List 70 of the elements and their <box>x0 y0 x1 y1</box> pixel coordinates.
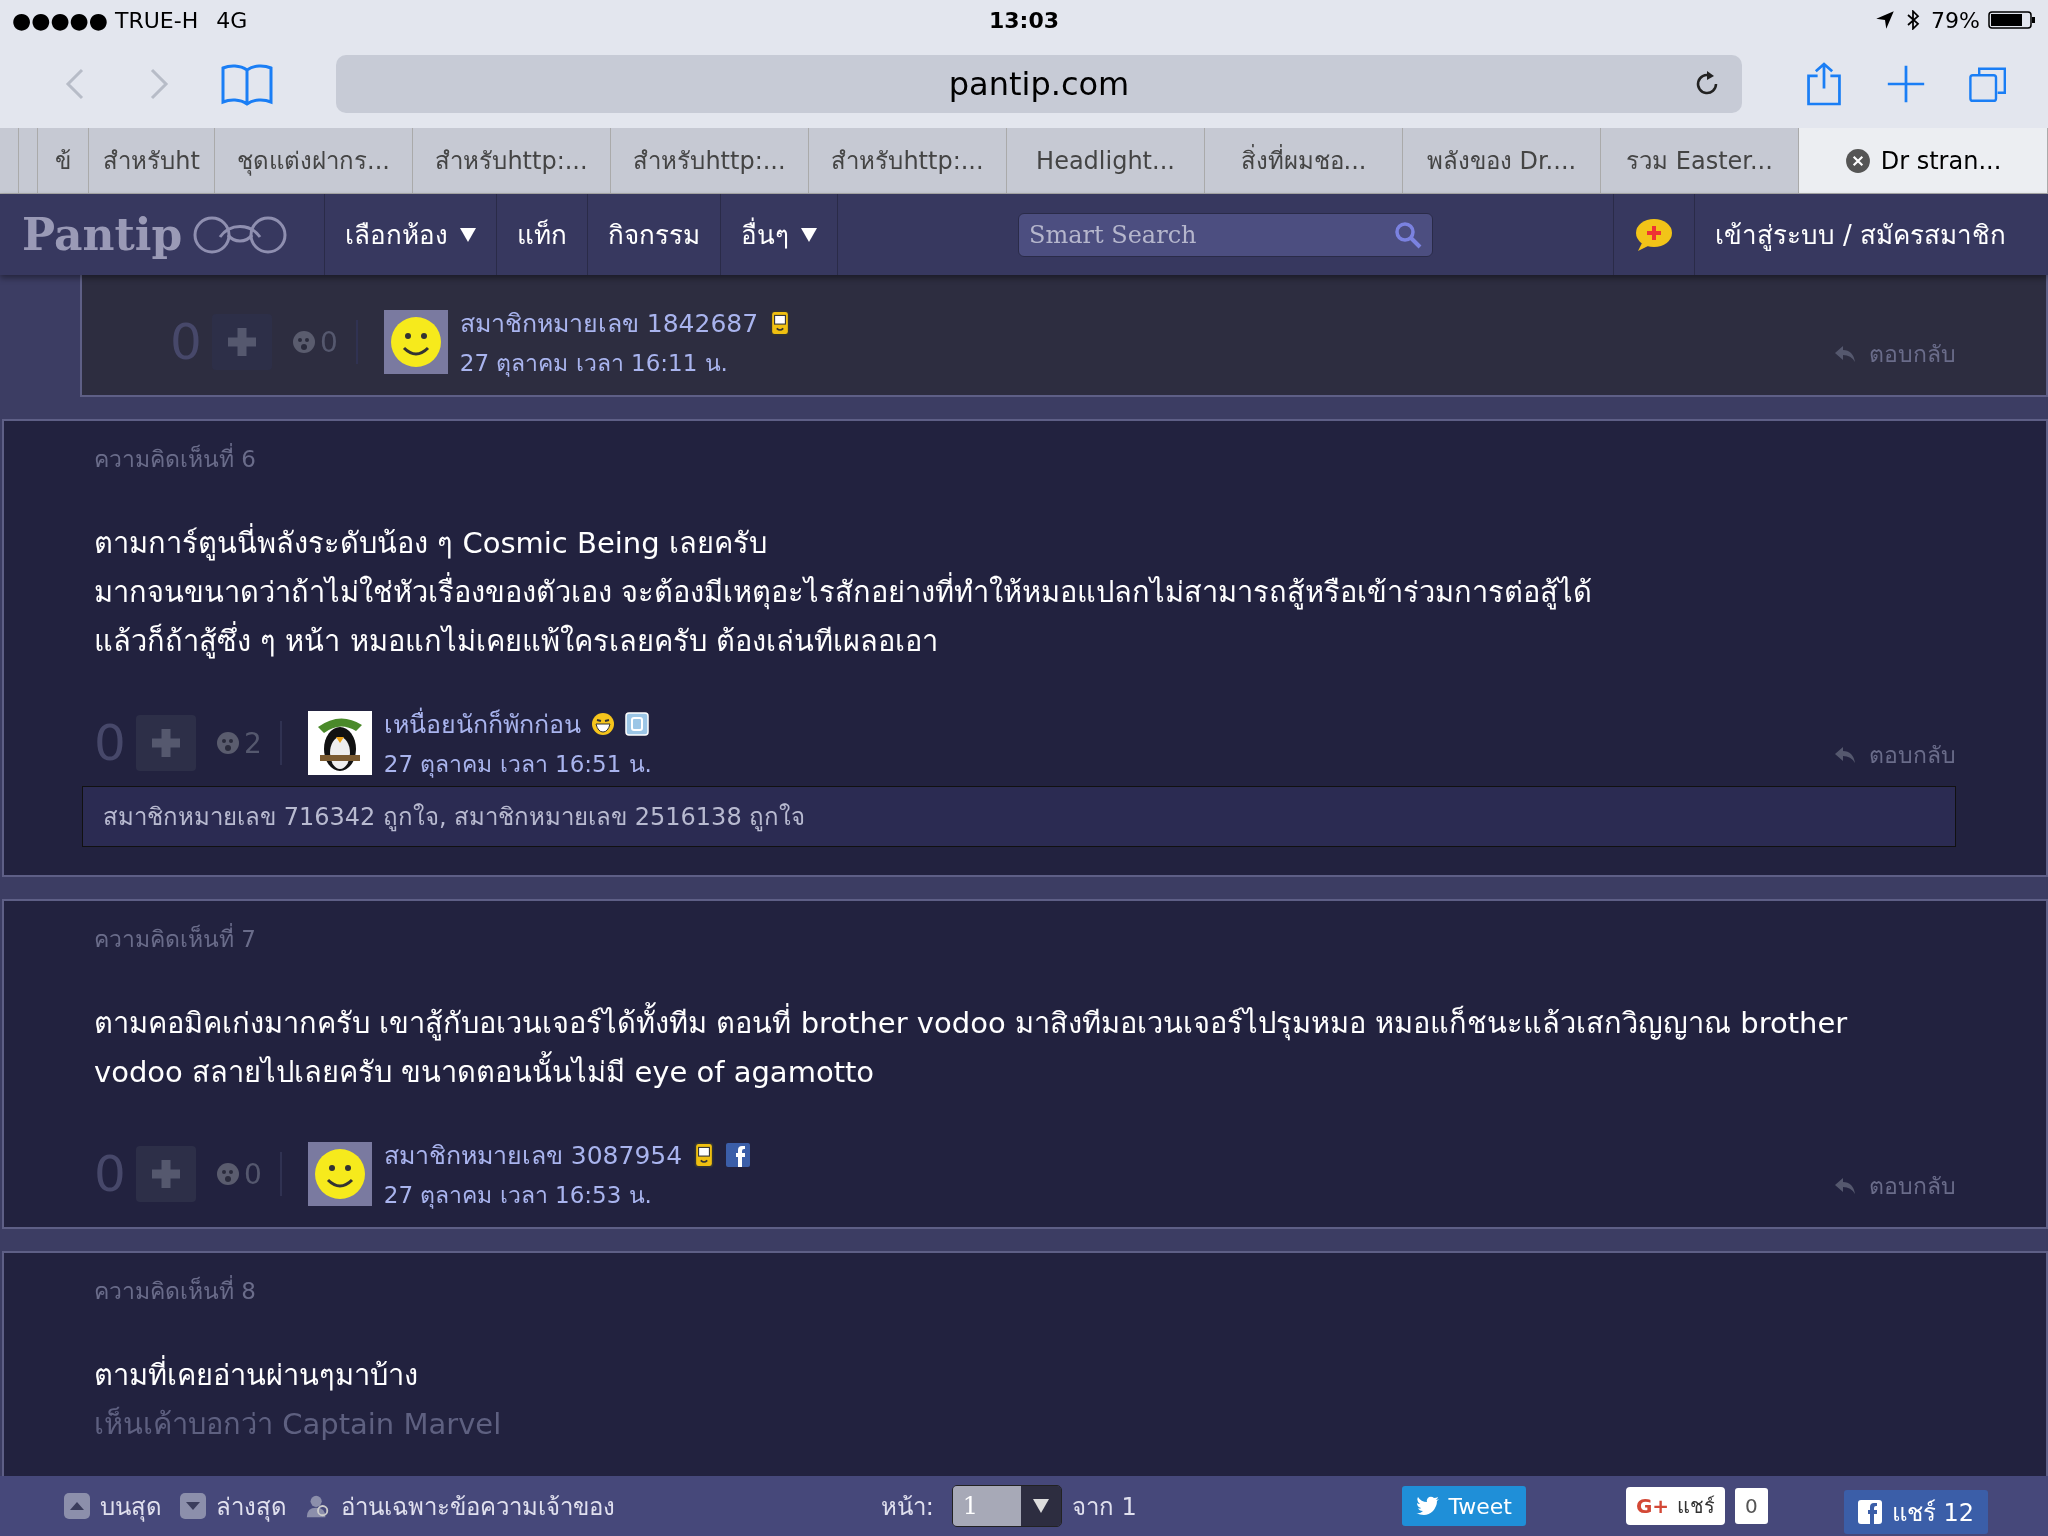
comment-text: เห็นเค้าบอกว่า Captain Marvel <box>94 1405 503 1443</box>
comment-text: แล้วก็ถ้าสู้ซึ่ง ๆ หน้า หมอแกไม่เคยแพ้ใครเลยครับ ต้องเล่นทีเผลอเอา <box>94 617 1896 666</box>
user-name[interactable]: เหนื่อยนักก็พักก่อน <box>383 704 581 744</box>
browser-tab[interactable]: ข้ <box>38 128 89 193</box>
share-icon[interactable] <box>1804 61 1844 107</box>
share-count: 0 <box>1735 1488 1768 1524</box>
comment-text: ตามการ์ตูนนี่พลังระดับน้อง ๆ Cosmic Being เลยครับ <box>94 519 1896 568</box>
browser-tab[interactable]: ชุดแต่งฝากร... <box>215 128 413 193</box>
laughing-face-icon <box>590 711 615 737</box>
comment-text: ตามที่เคยอ่านผ่านๆมาบ้าง <box>94 1351 1896 1400</box>
comment-number: ความคิดเห็นที่ 6 <box>94 441 2046 477</box>
emotion-face-icon[interactable] <box>216 731 240 755</box>
user-name[interactable]: สมาชิกหมายเลข 3087954 <box>383 1135 683 1175</box>
comment-number: ความคิดเห็นที่ 8 <box>94 1273 2046 1309</box>
login-link[interactable]: เข้าสู่ระบบ / สมัครสมาชิก <box>1694 194 2048 275</box>
location-arrow-icon <box>1875 10 1896 30</box>
post-date: 27 ตุลาคม เวลา 16:51 น. <box>383 750 652 780</box>
browser-tab[interactable]: Headlight... <box>1007 128 1205 193</box>
battery-icon <box>1988 10 2036 30</box>
browser-tab[interactable]: สิ่งที่ผมชอ... <box>1205 128 1403 193</box>
close-icon[interactable] <box>1844 147 1871 174</box>
battery-percent: 79% <box>1931 7 1980 33</box>
reply-arrow-icon <box>1833 745 1857 765</box>
chat-bubble-icon[interactable] <box>1633 216 1674 253</box>
emotion-face-icon[interactable] <box>216 1162 240 1186</box>
book-icon[interactable] <box>220 61 274 107</box>
bird-icon <box>1416 1496 1441 1516</box>
browser-tab[interactable]: สำหรับhttp:... <box>809 128 1007 193</box>
post-date: 27 ตุลาคม เวลา 16:11 น. <box>459 349 729 379</box>
caret-icon <box>1032 1499 1049 1513</box>
google-plus-share-button[interactable]: G+ แชร์ <box>1625 1487 1726 1525</box>
page-label: หน้า: <box>880 1491 934 1523</box>
search-field[interactable]: Smart Search <box>1017 212 1433 257</box>
search-icon[interactable] <box>1392 219 1423 250</box>
facebook-badge-icon <box>726 1142 751 1168</box>
owner-only-link[interactable]: อ่านเฉพาะข้อความเจ้าของ <box>341 1486 615 1526</box>
facebook-share-button[interactable]: แชร์ 12 <box>1843 1490 1988 1534</box>
reply-link[interactable]: ตอบกลับ <box>1833 737 1956 773</box>
reply-arrow-icon <box>1833 1176 1857 1196</box>
browser-tab[interactable]: สำหรับht <box>89 128 215 193</box>
browser-tab[interactable]: พลังของ Dr.... <box>1403 128 1601 193</box>
comment-number: ความคิดเห็นที่ 7 <box>94 921 2046 957</box>
user-name[interactable]: สมาชิกหมายเลข 1842687 <box>459 303 759 343</box>
browser-tab[interactable]: สำหรับhttp:... <box>611 128 809 193</box>
plus-vote-icon[interactable] <box>136 715 196 771</box>
tweet-button[interactable]: Tweet <box>1402 1486 1526 1526</box>
person-search-icon[interactable] <box>305 1493 331 1519</box>
smiley-avatar-icon[interactable] <box>307 1142 372 1206</box>
reply-arrow-icon <box>1833 344 1857 364</box>
network-type: 4G <box>216 7 248 33</box>
carrier-signal: ●●●●● TRUE-H <box>12 7 199 33</box>
bottom-link[interactable]: ล่างสุด <box>216 1486 287 1526</box>
address-bar[interactable]: pantip.com <box>336 55 1742 113</box>
facebook-icon <box>1857 1500 1882 1524</box>
plus-vote-icon[interactable] <box>212 314 272 370</box>
clock: 13:03 <box>989 7 1059 33</box>
browser-tab[interactable]: Dr stran... <box>1799 128 2048 193</box>
smiley-avatar-icon[interactable] <box>383 310 448 374</box>
blog-badge-icon <box>624 711 649 737</box>
browser-tab[interactable]: สำหรับhttp:... <box>413 128 611 193</box>
reply-link[interactable]: ตอบกลับ <box>1833 1168 1956 1204</box>
comment-text: ตามคอมิคเก่งมากครับ เขาสู้กับอเวนเจอร์ได้ทั้งทีม ตอนที่ brother vodoo มาสิงทีมอเวนเจอร์ไปรุมหมอ หมอแก็ชนะแล้วเสกวิญญาณ brother vodoo สลายไปเลยครับ ขนาดตอนนั้นไม่มี eye of agamotto <box>94 999 1896 1097</box>
comment-text: มากจนขนาดว่าถ้าไม่ใช่หัวเรื่องของตัวเอง จะต้องมีเหตุอะไรสักอย่างที่ทำให้หมอแปลกไม่สามารถสู้หรือเข้าร่วมการต่อสู้ได้ <box>94 568 1896 617</box>
penguin-avatar-icon[interactable] <box>307 711 372 775</box>
plus-vote-icon[interactable] <box>136 1146 196 1202</box>
emotion-face-icon[interactable] <box>292 330 316 354</box>
top-link[interactable]: บนสุด <box>100 1486 162 1526</box>
likes-summary: สมาชิกหมายเลข 716342 ถูกใจ, สมาชิกหมายเลข 2516138 ถูกใจ <box>82 786 1956 847</box>
page-total: จาก 1 <box>1071 1491 1137 1523</box>
post-date: 27 ตุลาคม เวลา 16:53 น. <box>383 1181 653 1211</box>
